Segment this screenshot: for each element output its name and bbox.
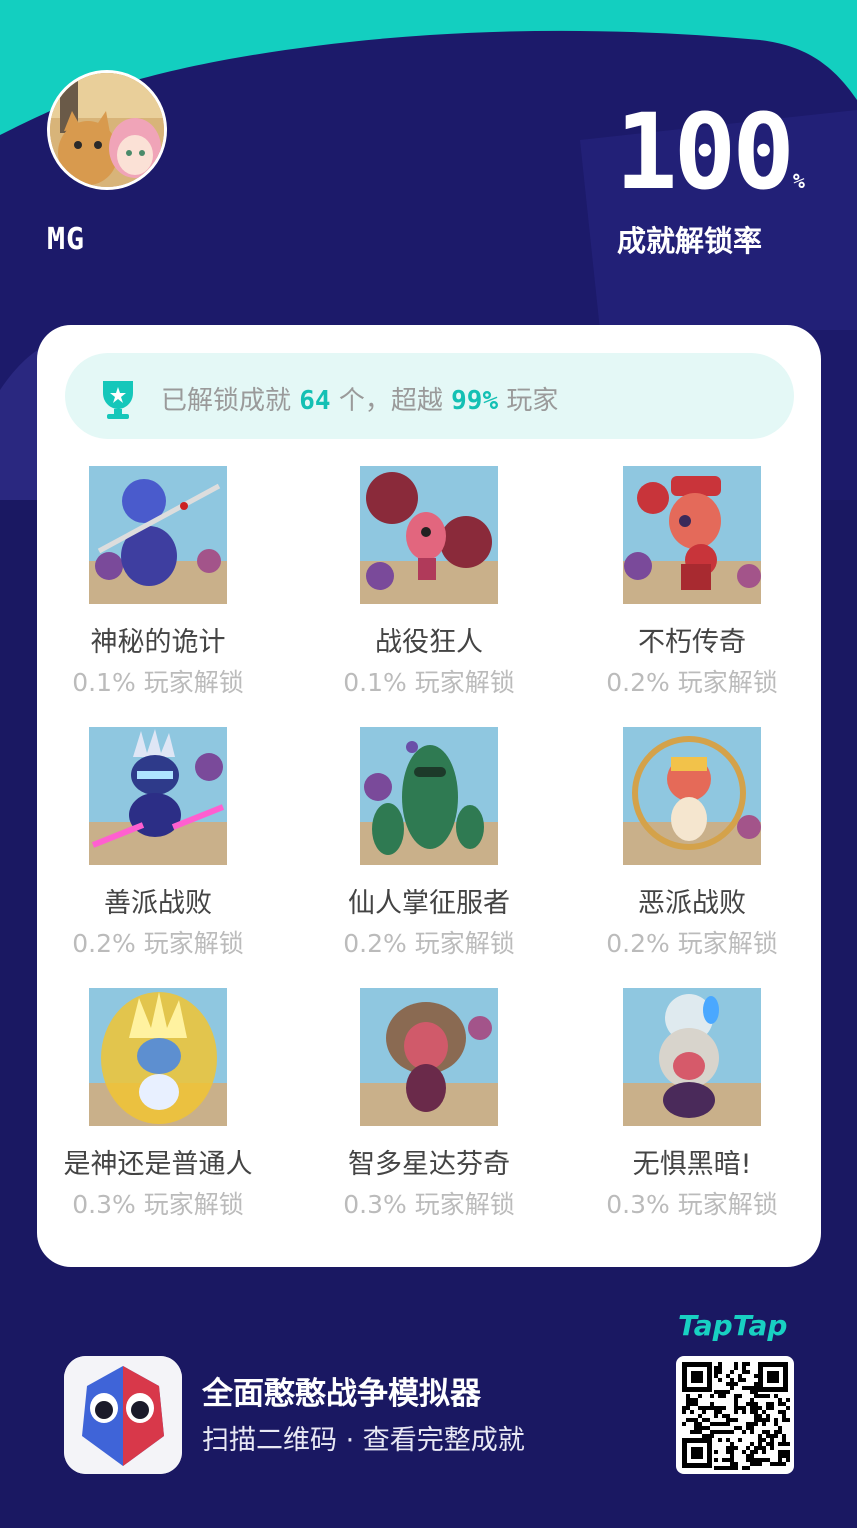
unlock-rate: 100% bbox=[615, 100, 805, 204]
achievement-image-da-vinci bbox=[360, 988, 498, 1126]
achievement-rate: 0.2% 玩家解锁 bbox=[606, 929, 778, 958]
qr-code-pattern bbox=[682, 1362, 790, 1470]
achievement-rate: 0.3% 玩家解锁 bbox=[72, 1190, 244, 1219]
unlock-rate-unit: % bbox=[792, 169, 805, 193]
achievement-item[interactable]: 不朽传奇 0.2% 玩家解锁 bbox=[567, 466, 817, 699]
app-title: 全面憨憨战争模拟器 bbox=[202, 1376, 481, 1412]
summary-text: 已解锁成就 64 个，超越 99% 玩家 bbox=[161, 380, 558, 417]
achievement-name: 智多星达芬奇 bbox=[348, 1149, 510, 1180]
achievement-item[interactable]: 无惧黑暗! 0.3% 玩家解锁 bbox=[567, 988, 817, 1221]
achievement-rate: 0.2% 玩家解锁 bbox=[606, 668, 778, 697]
achievement-rate: 0.2% 玩家解锁 bbox=[343, 929, 515, 958]
achievement-name: 战役狂人 bbox=[375, 627, 483, 658]
unlock-rate-value: 100 bbox=[615, 91, 795, 213]
achievement-image-fear-no-darkness bbox=[623, 988, 761, 1126]
summary-banner: 已解锁成就 64 个，超越 99% 玩家 bbox=[65, 353, 794, 439]
achievement-item[interactable]: 善派战败 0.2% 玩家解锁 bbox=[33, 727, 283, 960]
achievement-rate: 0.2% 玩家解锁 bbox=[72, 929, 244, 958]
app-subtitle: 扫描二维码 · 查看完整成就 bbox=[202, 1425, 525, 1456]
app-icon[interactable] bbox=[64, 1356, 182, 1474]
avatar[interactable] bbox=[47, 70, 167, 190]
achievement-rate: 0.1% 玩家解锁 bbox=[343, 668, 515, 697]
achievement-image-evil-defeated bbox=[623, 727, 761, 865]
achievement-item[interactable]: 神秘的诡计 0.1% 玩家解锁 bbox=[33, 466, 283, 699]
qr-code[interactable] bbox=[676, 1356, 794, 1474]
achievement-item[interactable]: 仙人掌征服者 0.2% 玩家解锁 bbox=[304, 727, 554, 960]
unlock-rate-label: 成就解锁率 bbox=[617, 224, 763, 258]
achievement-image-campaign-maniac bbox=[360, 466, 498, 604]
summary-mid: 个，超越 bbox=[338, 386, 443, 416]
achievement-rate: 0.3% 玩家解锁 bbox=[343, 1190, 515, 1219]
achievement-name: 是神还是普通人 bbox=[63, 1149, 253, 1180]
username: MG bbox=[47, 222, 86, 257]
trophy-icon bbox=[103, 381, 133, 419]
achievement-image-mystic-trick bbox=[89, 466, 227, 604]
achievement-image-immortal-legend bbox=[623, 466, 761, 604]
achievement-image-cactus-conqueror bbox=[360, 727, 498, 865]
achievement-card: 已解锁成就 64 个，超越 99% 玩家 神秘的诡计 0.1% 玩家解锁 战役狂… bbox=[37, 325, 821, 1267]
achievement-item[interactable]: 是神还是普通人 0.3% 玩家解锁 bbox=[33, 988, 283, 1221]
achievement-rate: 0.3% 玩家解锁 bbox=[606, 1190, 778, 1219]
taptap-logo: TapTap bbox=[678, 1309, 788, 1342]
achievement-name: 仙人掌征服者 bbox=[348, 888, 510, 919]
achievement-name: 不朽传奇 bbox=[638, 627, 746, 658]
achievement-name: 神秘的诡计 bbox=[90, 627, 226, 658]
achievement-image-good-defeated bbox=[89, 727, 227, 865]
summary-prefix: 已解锁成就 bbox=[161, 386, 292, 416]
summary-suffix: 玩家 bbox=[506, 386, 559, 416]
achievement-item[interactable]: 恶派战败 0.2% 玩家解锁 bbox=[567, 727, 817, 960]
achievement-image-god-or-mortal bbox=[89, 988, 227, 1126]
achievement-name: 恶派战败 bbox=[638, 888, 746, 919]
achievement-item[interactable]: 战役狂人 0.1% 玩家解锁 bbox=[304, 466, 554, 699]
summary-percent: 99% bbox=[451, 386, 499, 416]
achievement-item[interactable]: 智多星达芬奇 0.3% 玩家解锁 bbox=[304, 988, 554, 1221]
achievement-name: 善派战败 bbox=[104, 888, 212, 919]
summary-count: 64 bbox=[299, 386, 331, 416]
achievement-rate: 0.1% 玩家解锁 bbox=[72, 668, 244, 697]
achievement-name: 无惧黑暗! bbox=[632, 1149, 752, 1180]
